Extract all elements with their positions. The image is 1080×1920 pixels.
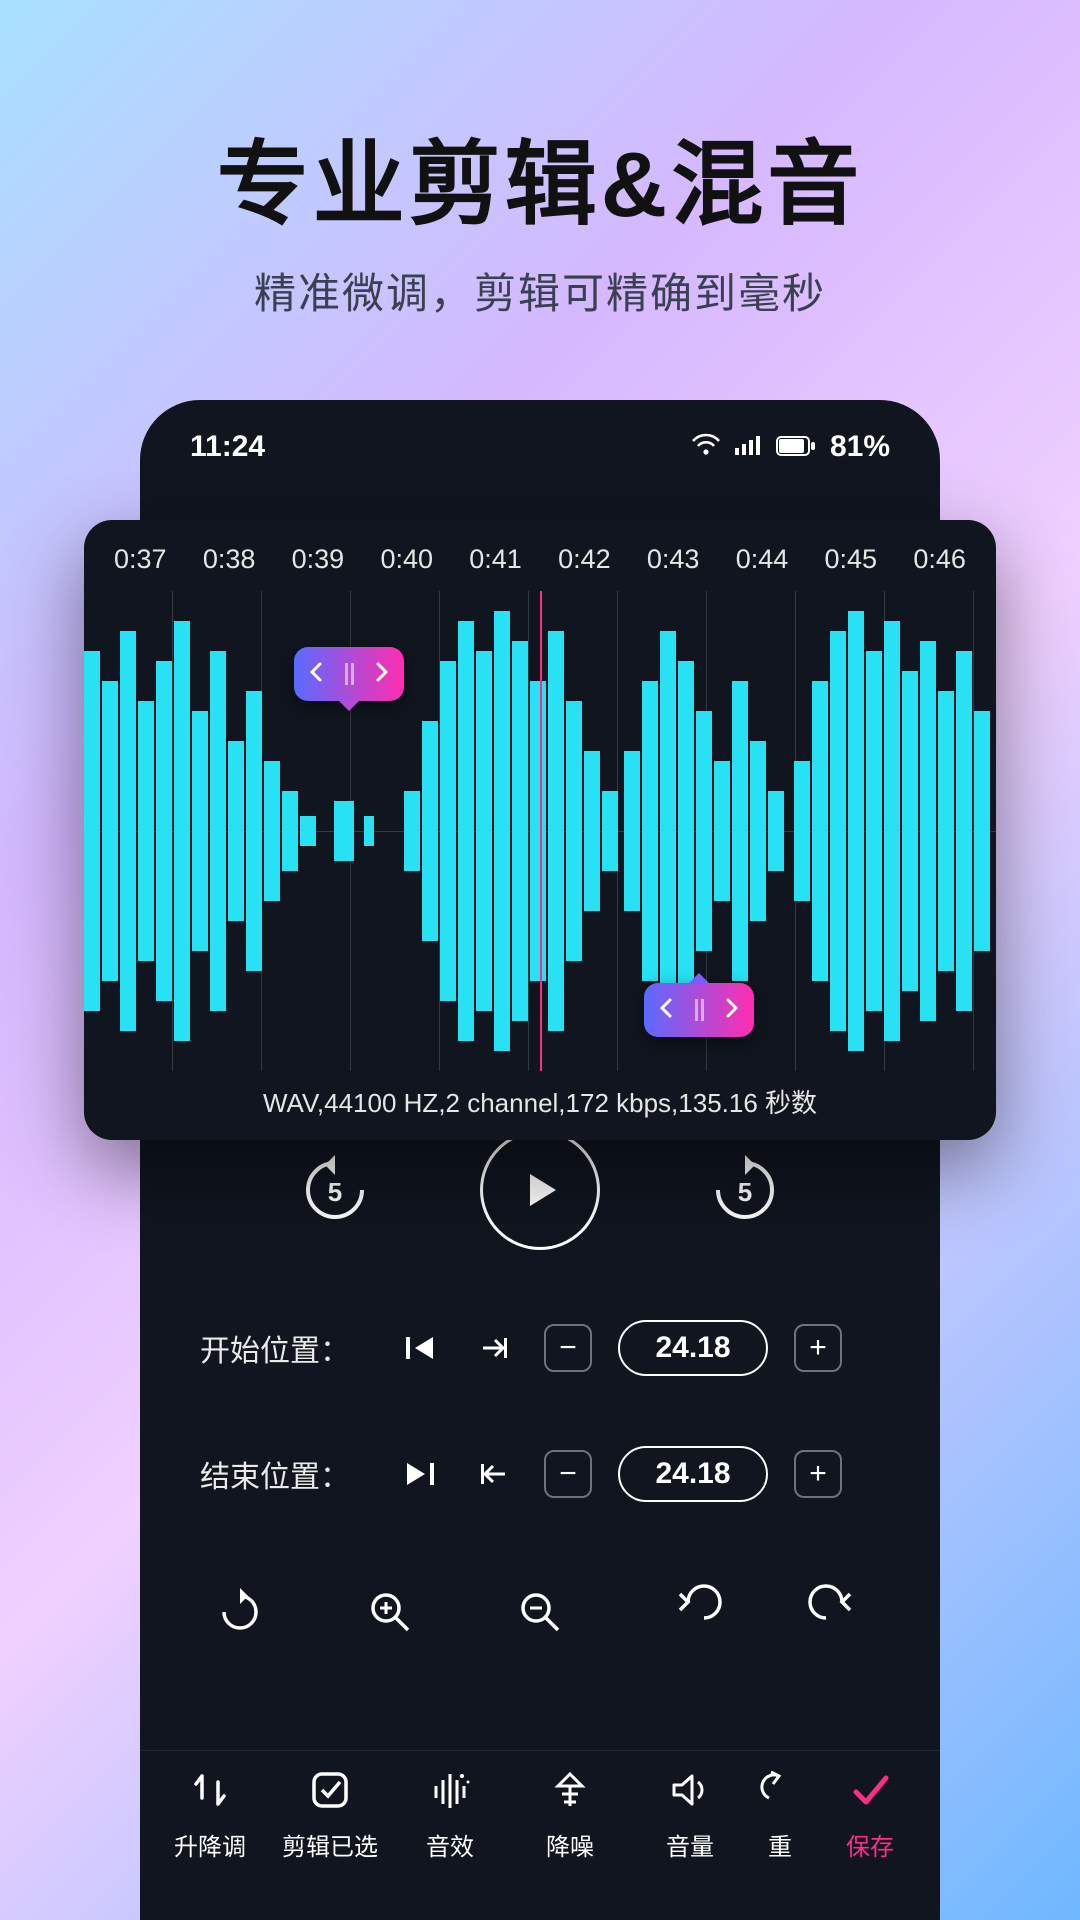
- tab-pitch[interactable]: 升降调: [150, 1765, 270, 1920]
- end-position-value[interactable]: 24.18: [618, 1446, 768, 1502]
- waveform-panel: 0:37 0:38 0:39 0:40 0:41 0:42 0:43 0:44 …: [84, 520, 996, 1140]
- ruler-tick: 0:43: [647, 544, 700, 575]
- waveform-meta: WAV,44100 HZ,2 channel,172 kbps,135.16 秒…: [84, 1067, 996, 1140]
- refresh-button[interactable]: [210, 1582, 270, 1642]
- tab-volume[interactable]: 音量: [630, 1765, 750, 1920]
- battery-icon: [776, 430, 816, 464]
- hero-subtitle: 精准微调，剪辑可精确到毫秒: [0, 260, 1080, 321]
- start-position-value[interactable]: 24.18: [618, 1320, 768, 1376]
- ruler-tick: 0:37: [114, 544, 167, 575]
- chevron-left-icon: [658, 998, 674, 1023]
- tab-fx[interactable]: 音效: [390, 1765, 510, 1920]
- bottom-toolbar: 升降调 剪辑已选 音效 降噪: [140, 1750, 940, 1920]
- chevron-right-icon: [724, 998, 740, 1023]
- denoise-icon: [548, 1765, 592, 1815]
- tab-save-label: 保存: [846, 1827, 894, 1862]
- start-position-row: 开始位置： − 24.18 +: [200, 1320, 880, 1376]
- transport-controls: 5 5: [200, 1130, 880, 1250]
- nudge-end-left-button[interactable]: [470, 1450, 518, 1498]
- tab-trim-label: 剪辑已选: [282, 1827, 378, 1862]
- ruler-tick: 0:42: [558, 544, 611, 575]
- tab-denoise-label: 降噪: [546, 1827, 594, 1862]
- skip-forward-amount: 5: [710, 1177, 780, 1208]
- ruler-tick: 0:39: [292, 544, 345, 575]
- chevron-right-icon: [374, 662, 390, 687]
- tab-repeat[interactable]: 重: [750, 1765, 810, 1920]
- go-start-button[interactable]: [396, 1324, 444, 1372]
- status-time: 11:24: [190, 430, 265, 464]
- status-battery-text: 81%: [830, 430, 890, 464]
- tab-save[interactable]: 保存: [810, 1765, 930, 1920]
- selection-start-handle[interactable]: [294, 647, 404, 701]
- wifi-icon: [692, 430, 720, 464]
- zoom-in-button[interactable]: [360, 1582, 420, 1642]
- ruler-tick: 0:38: [203, 544, 256, 575]
- status-bar: 11:24 81%: [140, 400, 940, 484]
- skip-forward-button[interactable]: 5: [710, 1155, 780, 1225]
- utility-row: [200, 1582, 880, 1642]
- ruler-tick: 0:46: [913, 544, 966, 575]
- start-increment-button[interactable]: +: [794, 1324, 842, 1372]
- ruler-tick: 0:40: [380, 544, 433, 575]
- check-icon: [848, 1765, 892, 1815]
- pitch-icon: [188, 1765, 232, 1815]
- ruler-tick: 0:45: [825, 544, 878, 575]
- go-end-button[interactable]: [396, 1450, 444, 1498]
- end-decrement-button[interactable]: −: [544, 1450, 592, 1498]
- check-square-icon: [308, 1765, 352, 1815]
- ruler-tick: 0:44: [736, 544, 789, 575]
- redo-button[interactable]: [810, 1582, 870, 1642]
- hero-title: 专业剪辑&混音: [0, 110, 1080, 243]
- play-button[interactable]: [480, 1130, 600, 1250]
- waveform-canvas[interactable]: [84, 591, 996, 1071]
- end-position-row: 结束位置： − 24.18 +: [200, 1446, 880, 1502]
- zoom-out-button[interactable]: [510, 1582, 570, 1642]
- volume-icon: [668, 1765, 712, 1815]
- nudge-start-right-button[interactable]: [470, 1324, 518, 1372]
- repeat-icon: [765, 1765, 795, 1815]
- undo-button[interactable]: [660, 1582, 720, 1642]
- ruler-tick: 0:41: [469, 544, 522, 575]
- tab-repeat-label: 重: [768, 1827, 792, 1862]
- selection-end-handle[interactable]: [644, 983, 754, 1037]
- skip-back-button[interactable]: 5: [300, 1155, 370, 1225]
- end-position-label: 结束位置：: [200, 1452, 370, 1496]
- start-decrement-button[interactable]: −: [544, 1324, 592, 1372]
- tab-fx-label: 音效: [426, 1827, 474, 1862]
- fx-icon: [428, 1765, 472, 1815]
- signal-icon: [734, 430, 762, 464]
- chevron-left-icon: [308, 662, 324, 687]
- tab-trim[interactable]: 剪辑已选: [270, 1765, 390, 1920]
- end-increment-button[interactable]: +: [794, 1450, 842, 1498]
- playhead[interactable]: [540, 591, 542, 1071]
- skip-back-amount: 5: [300, 1177, 370, 1208]
- start-position-label: 开始位置：: [200, 1326, 370, 1370]
- controls-panel: 5 5 开始位置： − 24.18: [140, 1120, 940, 1642]
- tab-pitch-label: 升降调: [174, 1827, 246, 1862]
- tab-denoise[interactable]: 降噪: [510, 1765, 630, 1920]
- time-ruler: 0:37 0:38 0:39 0:40 0:41 0:42 0:43 0:44 …: [84, 520, 996, 585]
- tab-volume-label: 音量: [666, 1827, 714, 1862]
